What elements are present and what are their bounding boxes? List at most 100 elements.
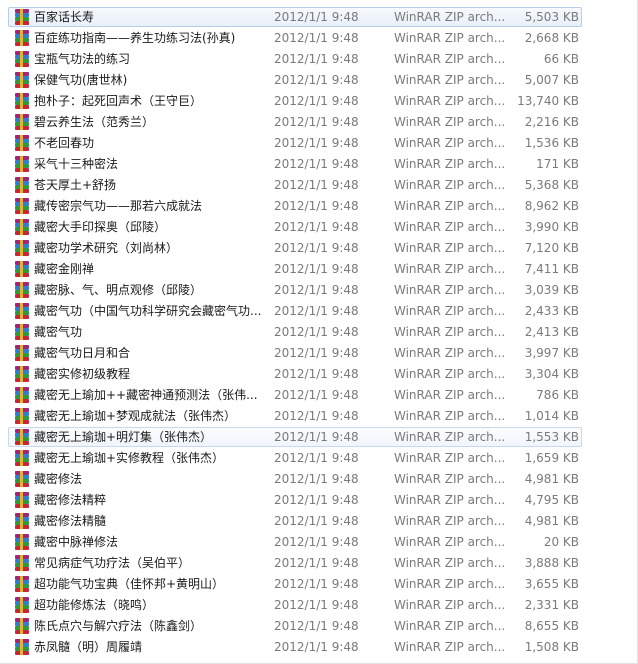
file-size: 5,007 KB bbox=[524, 73, 579, 87]
file-row[interactable]: 藏密修法精髓 2012/1/1 9:48 WinRAR ZIP arch... 4,9… bbox=[8, 511, 582, 531]
file-size: 1,553 KB bbox=[524, 430, 579, 444]
file-date-modified: 2012/1/1 9:48 bbox=[274, 346, 359, 360]
file-row[interactable]: 苍天厚土+舒扬 2012/1/1 9:48 WinRAR ZIP arch... 5,… bbox=[8, 175, 582, 195]
file-type: WinRAR ZIP arch... bbox=[394, 556, 506, 570]
file-date-modified: 2012/1/1 9:48 bbox=[274, 304, 359, 318]
winrar-archive-icon bbox=[14, 491, 30, 509]
file-date-modified: 2012/1/1 9:48 bbox=[274, 283, 359, 297]
file-size: 2,668 KB bbox=[524, 31, 579, 45]
file-type: WinRAR ZIP arch... bbox=[394, 178, 506, 192]
file-row[interactable]: 藏密大手印探奥（邱陵） 2012/1/1 9:48 WinRAR ZIP arch.… bbox=[8, 217, 582, 237]
file-row[interactable]: 藏密实修初级教程 2012/1/1 9:48 WinRAR ZIP arch... 3… bbox=[8, 364, 582, 384]
file-size: 1,508 KB bbox=[524, 640, 579, 654]
file-size: 7,411 KB bbox=[524, 262, 579, 276]
file-name: 碧云养生法（范秀兰） bbox=[34, 115, 155, 129]
winrar-archive-icon bbox=[14, 470, 30, 488]
file-type: WinRAR ZIP arch... bbox=[394, 472, 506, 486]
file-type: WinRAR ZIP arch... bbox=[394, 640, 506, 654]
file-name: 藏密大手印探奥（邱陵） bbox=[34, 220, 167, 234]
file-row[interactable]: 藏密修法精粹 2012/1/1 9:48 WinRAR ZIP arch... 4,7… bbox=[8, 490, 582, 510]
file-name: 采气十三种密法 bbox=[34, 157, 119, 171]
file-date-modified: 2012/1/1 9:48 bbox=[274, 577, 359, 591]
winrar-archive-icon bbox=[14, 428, 30, 446]
file-type: WinRAR ZIP arch... bbox=[394, 388, 506, 402]
file-type: WinRAR ZIP arch... bbox=[394, 535, 506, 549]
file-size: 3,039 KB bbox=[524, 283, 579, 297]
file-row[interactable]: 藏密修法 2012/1/1 9:48 WinRAR ZIP arch... 4,981… bbox=[8, 469, 582, 489]
file-size: 4,795 KB bbox=[524, 493, 579, 507]
file-name: 藏密脉、气、明点观修（邱陵） bbox=[34, 283, 203, 297]
winrar-archive-icon bbox=[14, 50, 30, 68]
winrar-archive-icon bbox=[14, 365, 30, 383]
file-type: WinRAR ZIP arch... bbox=[394, 514, 506, 528]
file-name: 藏密气功（中国气功科学研究会藏密气功... bbox=[34, 304, 262, 318]
file-size: 786 KB bbox=[536, 388, 579, 402]
file-type: WinRAR ZIP arch... bbox=[394, 10, 506, 24]
file-type: WinRAR ZIP arch... bbox=[394, 367, 506, 381]
file-row[interactable]: 藏密无上瑜珈+明灯集（张伟杰） 2012/1/1 9:48 WinRAR ZIP a… bbox=[8, 427, 582, 447]
file-row[interactable]: 采气十三种密法 2012/1/1 9:48 WinRAR ZIP arch... 17… bbox=[8, 154, 582, 174]
file-date-modified: 2012/1/1 9:48 bbox=[274, 115, 359, 129]
file-row[interactable]: 抱朴子：起死回声术（王守巨） 2012/1/1 9:48 WinRAR ZIP ar… bbox=[8, 91, 582, 111]
file-type: WinRAR ZIP arch... bbox=[394, 451, 506, 465]
file-name: 藏密无上瑜珈+明灯集（张伟杰） bbox=[34, 430, 213, 444]
winrar-archive-icon bbox=[14, 512, 30, 530]
file-row[interactable]: 藏传密宗气功——那若六成就法 2012/1/1 9:48 WinRAR ZIP ar… bbox=[8, 196, 582, 216]
winrar-archive-icon bbox=[14, 239, 30, 257]
file-size: 66 KB bbox=[543, 52, 579, 66]
file-name: 赤凤髓（明）周履靖 bbox=[34, 640, 143, 654]
file-name: 超功能修炼法（晓鸣） bbox=[34, 598, 155, 612]
file-row[interactable]: 常见病症气功疗法（吴伯平） 2012/1/1 9:48 WinRAR ZIP arc… bbox=[8, 553, 582, 573]
file-type: WinRAR ZIP arch... bbox=[394, 31, 506, 45]
file-date-modified: 2012/1/1 9:48 bbox=[274, 178, 359, 192]
file-name: 藏传密宗气功——那若六成就法 bbox=[34, 199, 203, 213]
file-row[interactable]: 藏密气功（中国气功科学研究会藏密气功... 2012/1/1 9:48 WinRAR… bbox=[8, 301, 582, 321]
file-name: 陈氏点穴与解穴疗法（陈鑫剑） bbox=[34, 619, 203, 633]
winrar-archive-icon bbox=[14, 302, 30, 320]
file-size: 1,014 KB bbox=[524, 409, 579, 423]
file-row[interactable]: 陈氏点穴与解穴疗法（陈鑫剑） 2012/1/1 9:48 WinRAR ZIP ar… bbox=[8, 616, 582, 636]
file-row[interactable]: 藏密气功 2012/1/1 9:48 WinRAR ZIP arch... 2,413… bbox=[8, 322, 582, 342]
winrar-archive-icon bbox=[14, 596, 30, 614]
file-name: 藏密中脉禅修法 bbox=[34, 535, 119, 549]
file-date-modified: 2012/1/1 9:48 bbox=[274, 52, 359, 66]
winrar-archive-icon bbox=[14, 113, 30, 131]
file-row[interactable]: 藏密无上瑜加++藏密神通预测法（张伟... 2012/1/1 9:48 WinRAR… bbox=[8, 385, 582, 405]
file-name: 藏密功学术研究（刘尚林） bbox=[34, 241, 179, 255]
file-row[interactable]: 碧云养生法（范秀兰） 2012/1/1 9:48 WinRAR ZIP arch..… bbox=[8, 112, 582, 132]
file-row[interactable]: 藏密中脉禅修法 2012/1/1 9:48 WinRAR ZIP arch... 20… bbox=[8, 532, 582, 552]
file-row[interactable]: 赤凤髓（明）周履靖 2012/1/1 9:48 WinRAR ZIP arch...… bbox=[8, 637, 582, 657]
file-date-modified: 2012/1/1 9:48 bbox=[274, 136, 359, 150]
file-row[interactable]: 不老回春功 2012/1/1 9:48 WinRAR ZIP arch... 1,53… bbox=[8, 133, 582, 153]
file-name: 不老回春功 bbox=[34, 136, 95, 150]
file-date-modified: 2012/1/1 9:48 bbox=[274, 619, 359, 633]
file-name: 藏密无上瑜珈+梦观成就法（张伟杰） bbox=[34, 409, 237, 423]
file-row[interactable]: 藏密无上瑜珈+梦观成就法（张伟杰） 2012/1/1 9:48 WinRAR ZIP… bbox=[8, 406, 582, 426]
file-row[interactable]: 藏密金刚禅 2012/1/1 9:48 WinRAR ZIP arch... 7,41… bbox=[8, 259, 582, 279]
file-date-modified: 2012/1/1 9:48 bbox=[274, 598, 359, 612]
file-row[interactable]: 超功能修炼法（晓鸣） 2012/1/1 9:48 WinRAR ZIP arch..… bbox=[8, 595, 582, 615]
file-date-modified: 2012/1/1 9:48 bbox=[274, 514, 359, 528]
winrar-archive-icon bbox=[14, 344, 30, 362]
file-type: WinRAR ZIP arch... bbox=[394, 304, 506, 318]
file-row[interactable]: 百症练功指南——养生功练习法(孙真) 2012/1/1 9:48 WinRAR ZI… bbox=[8, 28, 582, 48]
file-name: 藏密实修初级教程 bbox=[34, 367, 131, 381]
file-name: 百症练功指南——养生功练习法(孙真) bbox=[34, 31, 236, 45]
file-type: WinRAR ZIP arch... bbox=[394, 220, 506, 234]
file-size: 3,997 KB bbox=[524, 346, 579, 360]
file-type: WinRAR ZIP arch... bbox=[394, 409, 506, 423]
file-size: 8,655 KB bbox=[524, 619, 579, 633]
file-size: 4,981 KB bbox=[524, 472, 579, 486]
file-row[interactable]: 保健气功(唐世林) 2012/1/1 9:48 WinRAR ZIP arch...… bbox=[8, 70, 582, 90]
file-row[interactable]: 藏密功学术研究（刘尚林） 2012/1/1 9:48 WinRAR ZIP arch… bbox=[8, 238, 582, 258]
file-row[interactable]: 宝瓶气功法的练习 2012/1/1 9:48 WinRAR ZIP arch... 6… bbox=[8, 49, 582, 69]
file-type: WinRAR ZIP arch... bbox=[394, 283, 506, 297]
file-row[interactable]: 藏密无上瑜珈+实修教程（张伟杰） 2012/1/1 9:48 WinRAR ZIP … bbox=[8, 448, 582, 468]
file-row[interactable]: 藏密气功日月和合 2012/1/1 9:48 WinRAR ZIP arch... 3… bbox=[8, 343, 582, 363]
file-row[interactable]: 藏密脉、气、明点观修（邱陵） 2012/1/1 9:48 WinRAR ZIP ar… bbox=[8, 280, 582, 300]
file-row[interactable]: 百家话长寿 2012/1/1 9:48 WinRAR ZIP arch... 5,50… bbox=[8, 7, 582, 27]
winrar-archive-icon bbox=[14, 407, 30, 425]
file-name: 藏密金刚禅 bbox=[34, 262, 95, 276]
file-size: 171 KB bbox=[536, 157, 579, 171]
file-row[interactable]: 超功能气功宝典（佳怀邦+黄明山） 2012/1/1 9:48 WinRAR ZIP … bbox=[8, 574, 582, 594]
